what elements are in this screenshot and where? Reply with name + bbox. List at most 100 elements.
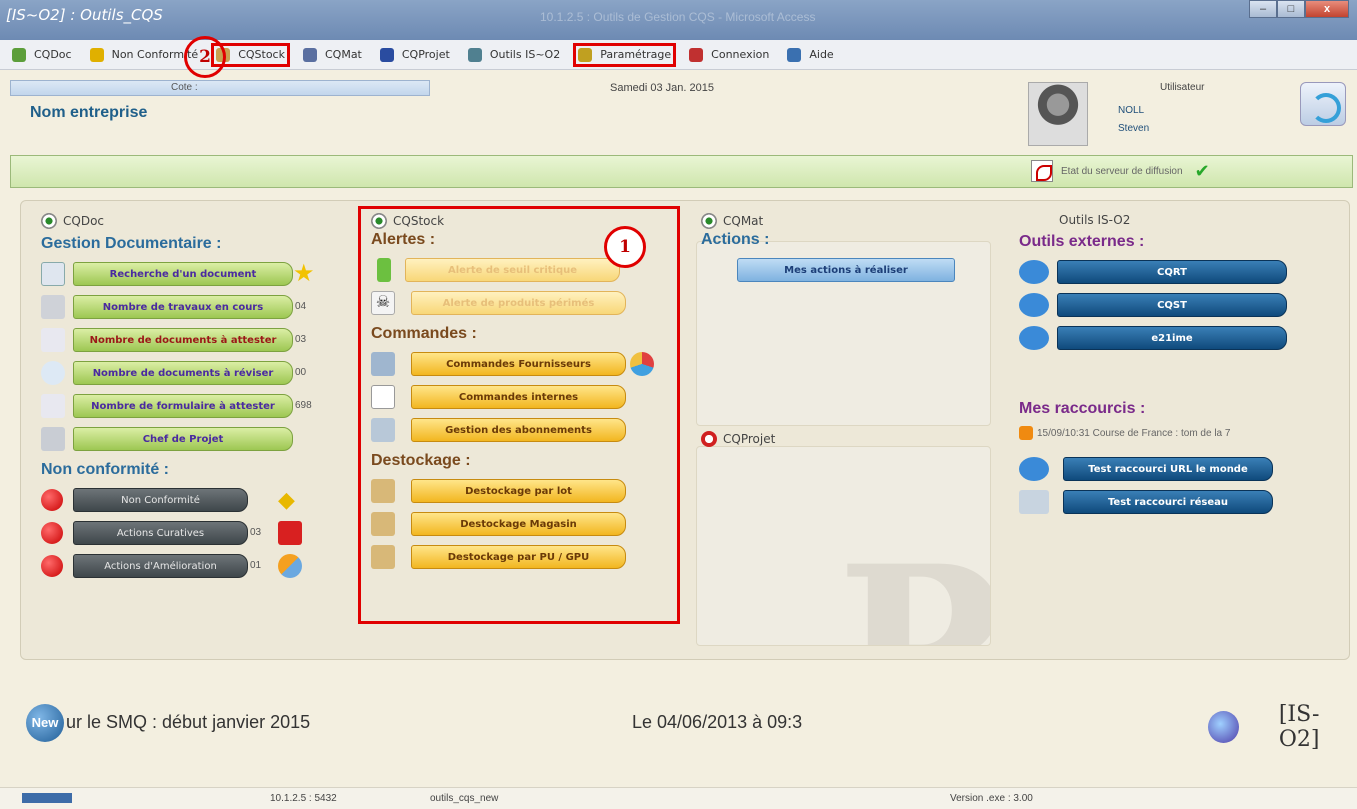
printer-icon (41, 426, 65, 451)
actions-heading: Actions : (701, 231, 770, 248)
signature-icon (41, 393, 65, 418)
non-conformite-button[interactable]: Non Conformité (73, 487, 248, 512)
rss-icon (1019, 426, 1033, 440)
gear-icon (12, 47, 26, 62)
iso2-logo-text: [IS-O2] (1278, 702, 1320, 752)
header-info: Cote : Nom entreprise Samedi 03 Jan. 201… (0, 78, 1357, 150)
non-conformite-heading: Non conformité : (41, 461, 169, 478)
cqstock-highlight (358, 206, 680, 624)
annotation-two: 2 (184, 36, 226, 78)
menu-cqdoc[interactable]: CQDoc (12, 47, 72, 62)
database-name: outils_cqs_new (430, 793, 499, 804)
refresh-button[interactable] (1300, 82, 1346, 126)
menu-aide[interactable]: Aide (787, 47, 834, 62)
radio-icon[interactable] (41, 213, 57, 229)
pill-icon (278, 553, 302, 578)
cqprojet-panel: CQProjet (701, 431, 991, 447)
globe-hand-icon (1019, 292, 1049, 317)
shortcuts-heading: Mes raccourcis : (1019, 400, 1146, 417)
search-document-button[interactable]: Recherche d'un document (73, 261, 293, 286)
magnifier-icon (41, 360, 65, 385)
status-red-icon (41, 554, 63, 577)
work-in-progress-button[interactable]: Nombre de travaux en cours (73, 294, 293, 319)
news-date: Le 04/06/2013 à 09:3 (632, 712, 803, 732)
maximize-button[interactable]: □ (1277, 0, 1305, 18)
server-address: 10.1.2.5 : 5432 (270, 793, 337, 804)
cqdoc-title: CQDoc (63, 214, 105, 228)
signature-icon (41, 327, 65, 352)
iso2-logo: [IS-O2] (1208, 702, 1357, 752)
outils-title: Outils IS-O2 (1059, 213, 1131, 227)
p-icon (379, 47, 394, 62)
status-red-icon (41, 521, 63, 544)
connection-indicator-icon (22, 793, 72, 803)
globe-hand-icon (1019, 325, 1049, 350)
globe-hand-icon (1019, 259, 1049, 284)
annotation-one: 1 (604, 226, 646, 268)
user-name: NOLL Steven (1118, 105, 1150, 134)
people-icon (787, 47, 802, 62)
star-icon: ★ (293, 259, 315, 287)
book-icon (689, 47, 704, 62)
cqdoc-panel: CQDoc Gestion Documentaire : Recherche d… (41, 213, 361, 582)
status-strip: Etat du serveur de diffusion ✔ (10, 155, 1353, 188)
cqprojet-box: P (696, 446, 991, 646)
window-subtitle: 10.1.2.5 : Outils de Gestion CQS - Micro… (540, 10, 816, 24)
outils-panel: Outils IS-O2 Outils externes : CQRT CQST… (1019, 213, 1339, 518)
search-field[interactable]: Cote : (10, 80, 430, 96)
status-red-icon (41, 488, 63, 511)
gestion-doc-heading: Gestion Documentaire : (41, 235, 222, 252)
window-titlebar: [IS~O2] : Outils_CQS 10.1.2.5 : Outils d… (0, 0, 1357, 40)
cqst-button[interactable]: CQST (1057, 292, 1287, 317)
project-lead-button[interactable]: Chef de Projet (73, 426, 293, 451)
menu-outils[interactable]: Outils IS~O2 (467, 47, 560, 62)
server-status: Etat du serveur de diffusion ✔ (1031, 160, 1210, 182)
version-label: Version .exe : 3.00 (950, 793, 1033, 804)
cqs-logo-icon (1208, 711, 1239, 743)
cqprojet-icon[interactable] (701, 431, 717, 447)
cqprojet-title: CQProjet (723, 432, 776, 446)
url-shortcut-button[interactable]: Test raccourci URL le monde (1063, 456, 1273, 481)
cqmat-panel: CQMat Actions : Mes actions à réaliser (701, 213, 991, 286)
external-tools-heading: Outils externes : (1019, 233, 1145, 250)
new-badge: New (26, 704, 64, 742)
pencil-icon (578, 47, 593, 62)
avatar (1028, 82, 1088, 146)
rss-feed-text[interactable]: 15/09/10:31 Course de France : tom de la… (1037, 428, 1230, 439)
cqrt-button[interactable]: CQRT (1057, 259, 1287, 284)
improvement-actions-button[interactable]: Actions d'Amélioration (73, 553, 248, 578)
menu-cqstock[interactable]: CQStock (211, 42, 290, 67)
pdf-icon[interactable] (1031, 160, 1053, 182)
docs-to-attest-button[interactable]: Nombre de documents à attester (73, 327, 293, 352)
company-name: Nom entreprise (30, 104, 148, 121)
tools-icon (467, 47, 482, 62)
news-text[interactable]: ur le SMQ : début janvier 2015 (66, 712, 310, 733)
curative-actions-button[interactable]: Actions Curatives (73, 520, 248, 545)
minimize-button[interactable]: – (1249, 0, 1277, 18)
menu-cqmat[interactable]: CQMat (302, 47, 362, 62)
window-title: [IS~O2] : Outils_CQS (6, 6, 163, 24)
status-bar: 10.1.2.5 : 5432 outils_cqs_new Version .… (0, 787, 1357, 809)
user-label: Utilisateur (1160, 82, 1205, 93)
menu-connexion[interactable]: Connexion (689, 47, 769, 62)
warning-icon: ◆ (278, 486, 295, 512)
menu-cqprojet[interactable]: CQProjet (379, 47, 450, 62)
fire-icon (278, 520, 302, 545)
globe-hand-icon (1019, 456, 1049, 481)
current-date: Samedi 03 Jan. 2015 (610, 82, 714, 94)
cqmat-title: CQMat (723, 214, 764, 228)
menu-parametrage[interactable]: Paramétrage (573, 42, 677, 67)
forms-to-attest-button[interactable]: Nombre de formulaire à attester (73, 393, 293, 418)
arrow-down-icon (89, 47, 104, 62)
docs-to-review-button[interactable]: Nombre de documents à réviser (73, 360, 293, 385)
document-icon (41, 261, 65, 286)
e21ime-button[interactable]: e21ime (1057, 325, 1287, 350)
puzzle-icon (302, 47, 317, 62)
my-actions-button[interactable]: Mes actions à réaliser (737, 257, 955, 282)
check-icon: ✔ (1194, 160, 1210, 181)
window-controls: – □ x (1249, 0, 1349, 18)
network-shortcut-button[interactable]: Test raccourci réseau (1063, 489, 1273, 514)
menu-non-conformite[interactable]: Non Conformité (89, 47, 198, 62)
close-button[interactable]: x (1305, 0, 1349, 18)
radio-icon[interactable] (701, 213, 717, 229)
